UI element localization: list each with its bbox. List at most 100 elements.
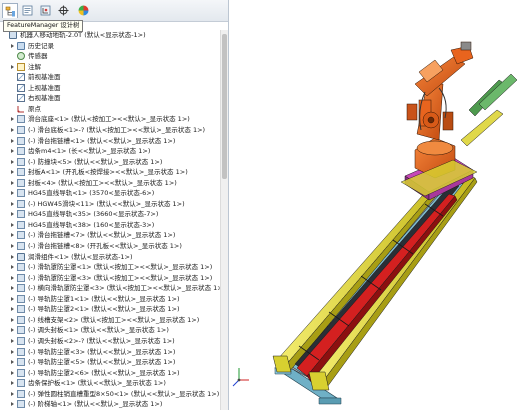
expand-arrow-icon[interactable]	[11, 350, 14, 354]
expand-arrow-icon[interactable]	[11, 402, 14, 406]
tree-item-label: 滑台底座<1> (默认<按加工><<默认>_显示状态 1>)	[28, 115, 190, 124]
expand-arrow-icon[interactable]	[11, 149, 14, 153]
expand-arrow-icon[interactable]	[11, 181, 14, 185]
tree-item[interactable]: 原点	[0, 104, 220, 115]
tree-item-label: 历史记录	[28, 42, 54, 51]
expand-arrow-icon[interactable]	[11, 244, 14, 248]
tree-item[interactable]: (-) 导轨防尘罩<3> (默认<<默认>_显示状态 1>)	[0, 347, 220, 358]
tree-item[interactable]: (-) 阶梯轴<1> (默认<<默认>_显示状态 1>)	[0, 399, 220, 410]
tree-item[interactable]: 传感器	[0, 51, 220, 62]
tab-configuration-manager[interactable]	[38, 3, 54, 18]
expand-arrow-icon[interactable]	[11, 371, 14, 375]
tree-item[interactable]: 齿条m4<1> (长<<默认>_显示状态 1>)	[0, 146, 220, 157]
expand-arrow-icon[interactable]	[11, 286, 14, 290]
expand-arrow-icon[interactable]	[11, 255, 14, 259]
tree-item[interactable]: 润滑组件<1> (默认<显示状态-1>)	[0, 252, 220, 263]
tree-item[interactable]: (-) 防撞块<5> (默认<<默认>_显示状态 1>)	[0, 157, 220, 168]
expand-arrow-icon[interactable]	[11, 160, 14, 164]
part-icon	[17, 115, 25, 123]
tree-item[interactable]: 注解	[0, 62, 220, 73]
tree-item[interactable]: 齿条保护板<1> (默认<<默认>_显示状态 1>)	[0, 378, 220, 389]
tree-item-label: (-) 横向滑轨罩防尘罩<3> (默认<按加工><<默认>_显示状态 1>)	[28, 284, 220, 293]
property-manager-icon	[22, 5, 33, 16]
tree-item[interactable]: (-) 滑轨罩防尘罩<1> (默认<按加工><<默认>_显示状态 1>)	[0, 262, 220, 273]
tree-item-label: (-) 阶梯轴<1> (默认<<默认>_显示状态 1>)	[28, 400, 162, 409]
part-icon	[17, 316, 25, 324]
tree-item[interactable]: (-) HGW45滑块<11> (默认<<默认>_显示状态 1>)	[0, 199, 220, 210]
expand-arrow-icon[interactable]	[11, 318, 14, 322]
expand-arrow-icon[interactable]	[11, 202, 14, 206]
tooltip-feature-manager: FeatureManager 设计树	[3, 20, 83, 32]
feature-tree: 机器人移动地轨-2.0T (默认<显示状态-1>)历史记录传感器注解前视基准面上…	[0, 30, 220, 410]
tree-item[interactable]: (-) 横向滑轨罩防尘罩<3> (默认<按加工><<默认>_显示状态 1>)	[0, 283, 220, 294]
tree-item-label: 传感器	[28, 52, 48, 61]
tree-item[interactable]: (-) 线槽支架<2> (默认<按加工><<默认>_显示状态 1>)	[0, 315, 220, 326]
part-icon	[17, 200, 25, 208]
tab-dimxpert[interactable]	[56, 3, 72, 18]
tree-item-label: (-) 调头封板<2>-? (默认<<默认>_显示状态 1>)	[28, 337, 175, 346]
expand-arrow-icon[interactable]	[11, 339, 14, 343]
tree-item[interactable]: (-) 导轨防尘罩<5> (默认<<默认>_显示状态 1>)	[0, 357, 220, 368]
expand-arrow-icon[interactable]	[11, 65, 14, 69]
tree-item[interactable]: (-) 调头封板<2>-? (默认<<默认>_显示状态 1>)	[0, 336, 220, 347]
tree-item[interactable]: 前视基准面	[0, 72, 220, 83]
assembly-icon	[9, 31, 17, 39]
expand-arrow-icon[interactable]	[11, 381, 14, 385]
expand-arrow-icon[interactable]	[11, 265, 14, 269]
part-icon	[17, 400, 25, 408]
part-icon	[17, 210, 25, 218]
tree-item[interactable]: 封板A<1> (开孔板<按焊接><<默认>_显示状态 1>)	[0, 167, 220, 178]
expand-arrow-icon[interactable]	[11, 191, 14, 195]
tree-item[interactable]: HG45直线导轨<38> (160<显示状态-3>)	[0, 220, 220, 231]
expand-arrow-icon[interactable]	[11, 328, 14, 332]
tab-display-manager[interactable]	[76, 3, 92, 18]
expand-arrow-icon[interactable]	[11, 392, 14, 396]
tree-item-label: 封板A<1> (开孔板<按焊接><<默认>_显示状态 1>)	[28, 168, 188, 177]
tree-item-label: 原点	[28, 105, 41, 114]
expand-arrow-icon[interactable]	[11, 297, 14, 301]
part-icon	[17, 137, 25, 145]
expand-arrow-icon[interactable]	[11, 233, 14, 237]
tree-item[interactable]: 滑台底座<1> (默认<按加工><<默认>_显示状态 1>)	[0, 114, 220, 125]
expand-arrow-icon[interactable]	[11, 276, 14, 280]
expand-arrow-icon[interactable]	[11, 212, 14, 216]
graphics-viewport[interactable]	[229, 0, 530, 410]
tree-item[interactable]: (-) 调头封板<1> (默认<<默认>_显示状态 1>)	[0, 325, 220, 336]
part-icon	[17, 337, 25, 345]
expand-arrow-icon[interactable]	[11, 223, 14, 227]
tree-item-label: (-) 弹性圆柱销直槽重型8×50<1> (默认<<默认>_显示状态 1>)	[28, 390, 219, 399]
tree-item[interactable]: (-) 滑台底板<1>-? (默认<按加工><<默认>_显示状态 1>)	[0, 125, 220, 136]
part-icon	[17, 221, 25, 229]
tree-item[interactable]: 上视基准面	[0, 83, 220, 94]
tree-item[interactable]: (-) 导轨防尘罩2<6> (默认<<默认>_显示状态 1>)	[0, 368, 220, 379]
sensor-icon	[17, 52, 25, 60]
tree-item[interactable]: (-) 滑台拖链槽<8> (开孔板<<默认>_显示状态 1>)	[0, 241, 220, 252]
plane-icon	[17, 84, 25, 92]
tree-item[interactable]: HG45直线导轨<35> (3660<显示状态-7>)	[0, 209, 220, 220]
annotation-icon	[17, 63, 25, 71]
ground-rail-body	[273, 74, 517, 390]
feature-manager-icon	[5, 6, 16, 17]
tree-item[interactable]: (-) 导轨防尘罩1<1> (默认<<默认>_显示状态 1>)	[0, 294, 220, 305]
expand-arrow-icon[interactable]	[11, 170, 14, 174]
tree-item[interactable]: (-) 滑轨罩防尘罩<3> (默认<按加工><<默认>_显示状态 1>)	[0, 273, 220, 284]
expand-arrow-icon[interactable]	[11, 139, 14, 143]
tab-property-manager[interactable]	[20, 3, 36, 18]
tree-item[interactable]: 历史记录	[0, 41, 220, 52]
expand-arrow-icon[interactable]	[11, 128, 14, 132]
tree-item[interactable]: (-) 滑台拖链槽<7> (默认<<默认>_显示状态 1>)	[0, 230, 220, 241]
tree-item[interactable]: (-) 滑台拖链槽<1> (默认<<默认>_显示状态 1>)	[0, 136, 220, 147]
tab-feature-manager[interactable]	[2, 3, 18, 18]
tree-item[interactable]: (-) 弹性圆柱销直槽重型8×50<1> (默认<<默认>_显示状态 1>)	[0, 389, 220, 400]
expand-arrow-icon[interactable]	[11, 360, 14, 364]
tree-item[interactable]: HG45直线导轨<1> (3570<显示状态-6>)	[0, 188, 220, 199]
tree-item[interactable]: (-) 导轨防尘罩2<1> (默认<<默认>_显示状态 1>)	[0, 304, 220, 315]
expand-arrow-icon[interactable]	[11, 307, 14, 311]
tree-item[interactable]: 封板<4> (默认<按加工><<默认>_显示状态 1>)	[0, 178, 220, 189]
expand-arrow-icon[interactable]	[11, 117, 14, 121]
scrollbar-thumb[interactable]	[222, 34, 227, 179]
expand-arrow-icon[interactable]	[11, 44, 14, 48]
tree-item[interactable]: 右视基准面	[0, 93, 220, 104]
part-icon	[17, 242, 25, 250]
tree-scrollbar[interactable]	[220, 30, 228, 410]
